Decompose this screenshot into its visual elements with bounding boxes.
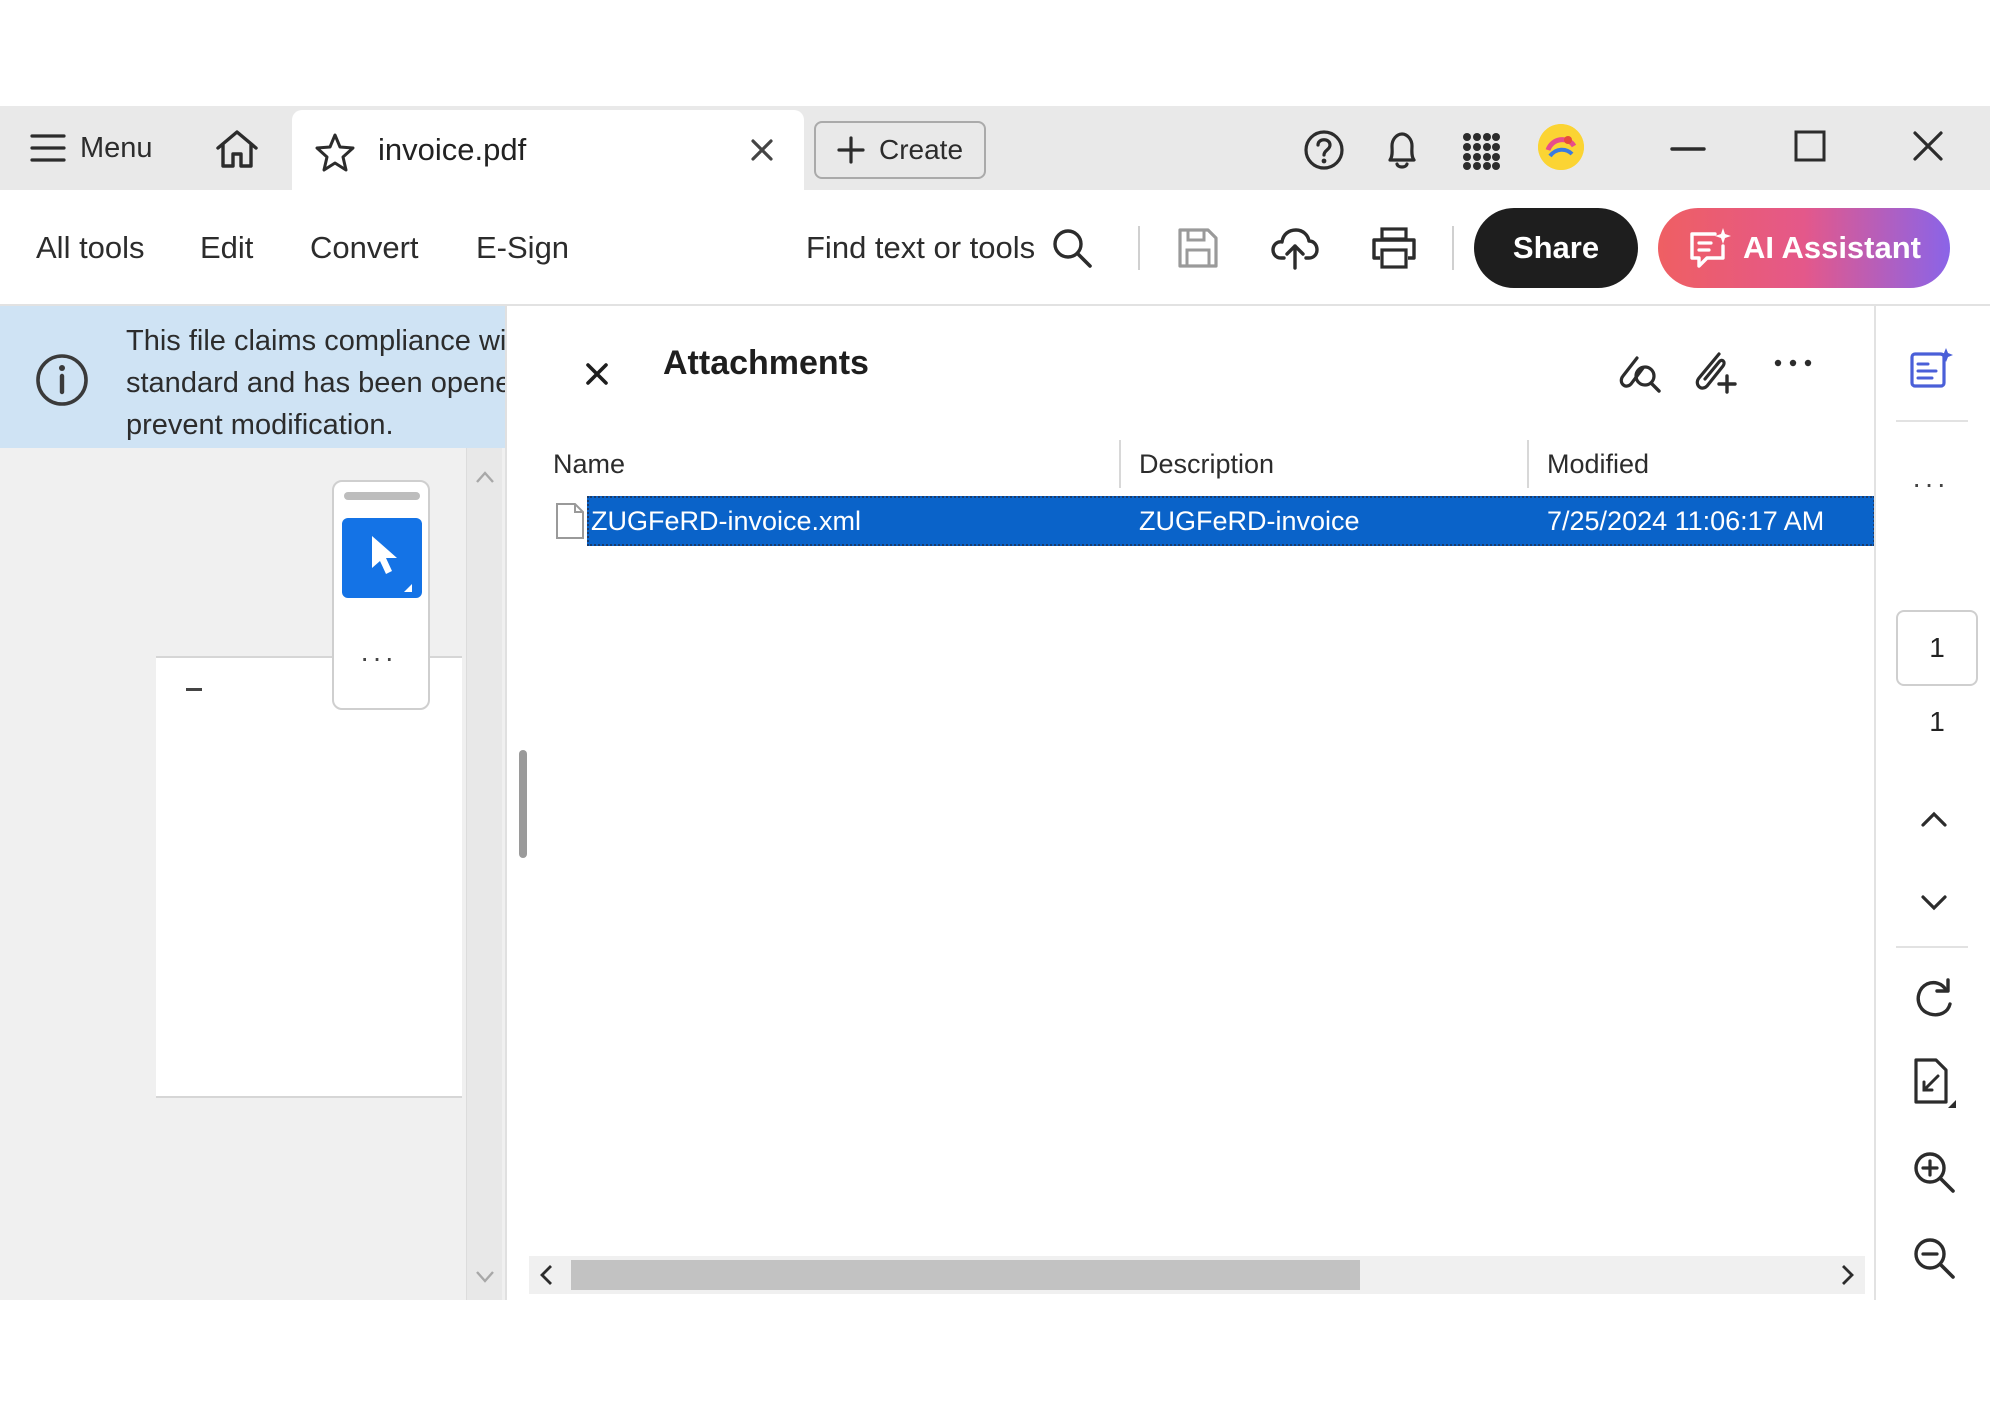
scroll-up-arrow-icon[interactable]	[475, 470, 495, 484]
share-button[interactable]: Share	[1474, 208, 1638, 288]
avatar[interactable]	[1538, 124, 1584, 170]
scroll-left-arrow-icon[interactable]	[539, 1264, 555, 1286]
quick-tools-palette: ···	[332, 480, 430, 710]
info-icon	[34, 352, 90, 408]
toolbar-divider	[1452, 226, 1454, 270]
plus-icon	[837, 136, 865, 164]
info-line-3: prevent modification.	[126, 409, 394, 441]
ai-assistant-label: AI Assistant	[1742, 230, 1921, 265]
next-page-icon[interactable]	[1920, 894, 1948, 912]
create-label: Create	[878, 134, 964, 165]
attachments-panel: Attachments Name Description Modified ZU…	[505, 306, 1875, 1300]
rail-divider	[1896, 946, 1968, 948]
document-view: This file claims compliance with the PDF…	[0, 306, 505, 1300]
help-icon[interactable]	[1302, 128, 1346, 172]
cloud-upload-icon[interactable]	[1270, 224, 1320, 272]
rail-more-icon[interactable]: ···	[1912, 468, 1949, 500]
menu-label: Menu	[80, 131, 153, 164]
ai-assistant-button[interactable]: AI Assistant	[1658, 208, 1950, 288]
maximize-icon[interactable]	[1794, 130, 1826, 162]
share-label: Share	[1512, 230, 1600, 265]
esign-menu[interactable]: E-Sign	[476, 190, 569, 306]
current-page-input[interactable]: 1	[1896, 610, 1978, 686]
more-tools-icon[interactable]: ···	[360, 642, 397, 674]
create-button[interactable]: Create	[814, 121, 986, 179]
file-icon	[555, 502, 585, 540]
panel-splitter-handle[interactable]	[519, 750, 527, 858]
info-banner-text: This file claims compliance with the PDF…	[126, 320, 505, 446]
document-tab[interactable]: invoice.pdf	[292, 110, 804, 190]
toolbar-divider	[1138, 226, 1140, 270]
home-icon	[216, 130, 258, 168]
add-attachment-icon[interactable]	[1689, 348, 1739, 394]
drag-handle[interactable]	[344, 492, 420, 500]
cursor-icon	[372, 536, 412, 592]
panel-title: Attachments	[663, 344, 869, 382]
column-header-description[interactable]: Description	[1131, 436, 1274, 492]
find-text-label[interactable]: Find text or tools	[806, 190, 1035, 306]
home-button[interactable]	[214, 128, 268, 172]
scroll-down-arrow-icon[interactable]	[475, 1270, 495, 1284]
bell-icon[interactable]	[1380, 128, 1424, 172]
page-layout-icon[interactable]	[1912, 1058, 1958, 1108]
close-panel-icon[interactable]	[583, 360, 611, 388]
ai-summary-icon[interactable]	[1908, 346, 1954, 392]
search-attachment-icon[interactable]	[1613, 348, 1663, 394]
attachments-table-header: Name Description Modified	[545, 436, 1875, 492]
minimize-icon[interactable]	[1670, 146, 1706, 152]
close-tab-icon[interactable]	[748, 136, 776, 164]
scroll-right-arrow-icon[interactable]	[1839, 1264, 1855, 1286]
rail-divider	[1896, 420, 1968, 422]
edit-menu[interactable]: Edit	[200, 190, 253, 306]
vertical-scrollbar[interactable]	[466, 448, 502, 1300]
save-icon[interactable]	[1176, 226, 1220, 270]
column-header-modified[interactable]: Modified	[1539, 436, 1649, 492]
search-icon[interactable]	[1050, 226, 1094, 270]
info-line-2: standard and has been opened read-only t…	[126, 367, 505, 399]
pdf-page[interactable]	[156, 656, 462, 1098]
table-row[interactable]: ZUGFeRD-invoice.xml ZUGFeRD-invoice 7/25…	[545, 496, 1875, 546]
rotate-icon[interactable]	[1912, 976, 1956, 1020]
horizontal-scrollbar[interactable]	[529, 1256, 1865, 1294]
total-pages: 1	[1929, 706, 1945, 737]
zoom-out-icon[interactable]	[1912, 1236, 1956, 1280]
previous-page-icon[interactable]	[1920, 810, 1948, 828]
column-divider[interactable]	[1527, 440, 1529, 488]
info-banner: This file claims compliance with the PDF…	[0, 306, 505, 448]
ai-assistant-icon	[1690, 228, 1731, 268]
right-rail: ··· 1 1	[1874, 306, 1990, 1300]
tab-title: invoice.pdf	[378, 132, 527, 167]
title-bar: Menu invoice.pdf Create	[0, 106, 1990, 190]
menu-icon	[30, 134, 66, 162]
all-tools-menu[interactable]: All tools	[36, 190, 145, 306]
convert-menu[interactable]: Convert	[310, 190, 419, 306]
attachment-name[interactable]: ZUGFeRD-invoice.xml	[591, 496, 861, 546]
scrollbar-thumb[interactable]	[571, 1260, 1360, 1290]
column-divider[interactable]	[1119, 440, 1121, 488]
toolbar: All tools Edit Convert E-Sign Find text …	[0, 190, 1990, 306]
apps-grid-icon[interactable]	[1462, 132, 1500, 170]
zoom-in-icon[interactable]	[1912, 1150, 1956, 1194]
column-header-name[interactable]: Name	[545, 436, 625, 492]
select-tool-button[interactable]	[342, 518, 422, 598]
star-icon[interactable]	[314, 132, 356, 172]
info-line-1: This file claims compliance with the PDF…	[126, 325, 505, 357]
window-close-icon[interactable]	[1912, 130, 1944, 162]
menu-button[interactable]: Menu	[30, 106, 153, 190]
print-icon[interactable]	[1370, 226, 1418, 270]
page-content-mark	[186, 688, 202, 691]
attachment-modified[interactable]: 7/25/2024 11:06:17 AM	[1547, 496, 1824, 546]
attachment-description[interactable]: ZUGFeRD-invoice	[1139, 496, 1360, 546]
more-options-icon[interactable]	[1773, 358, 1813, 368]
